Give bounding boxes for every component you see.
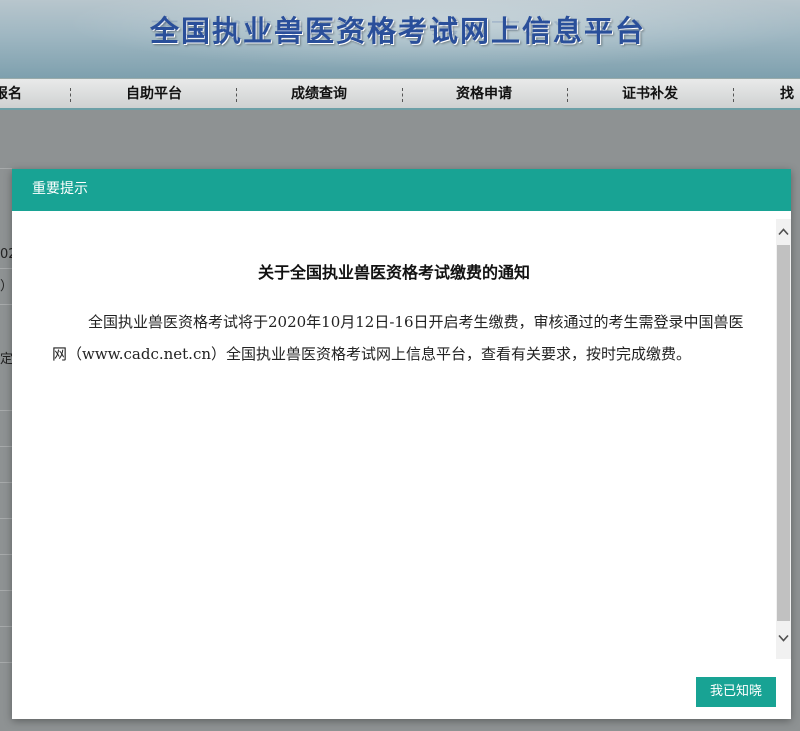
nav-item-qualification[interactable]: 资格申请 [434,79,534,109]
nav-item-score-query[interactable]: 成绩查询 [269,79,369,109]
nav-separator [70,88,71,102]
main-nav: 报名 自助平台 成绩查询 资格申请 证书补发 找 [0,78,800,110]
nav-separator [236,88,237,102]
scroll-thumb[interactable] [777,245,790,621]
row-divider [0,268,12,269]
row-divider [0,168,12,169]
nav-item-certificate-reissue[interactable]: 证书补发 [600,79,700,109]
row-divider [0,518,12,519]
notice-body: 全国执业兽医资格考试将于2020年10月12日-16日开启考生缴费，审核通过的考… [52,313,744,363]
row-divider [0,410,12,411]
row-divider [0,626,12,627]
modal-content: 关于全国执业兽医资格考试缴费的通知 全国执业兽医资格考试将于2020年10月12… [12,211,776,661]
chevron-down-icon[interactable] [776,631,791,647]
row-divider [0,554,12,555]
modal-title: 重要提示 [32,181,88,197]
nav-item-self-service[interactable]: 自助平台 [104,79,204,109]
notice-title: 关于全国执业兽医资格考试缴费的通知 [257,263,530,282]
row-divider [0,590,12,591]
modal-scrollbar[interactable] [776,219,791,659]
nav-separator [402,88,403,102]
nav-item-register[interactable]: 报名 [0,79,28,109]
nav-item-find[interactable]: 找 [780,79,800,109]
nav-separator [567,88,568,102]
site-banner: 全国执业兽医资格考试网上信息平台 全国执业兽医资格考试网上信息平台 [0,0,800,78]
row-divider [0,304,12,305]
chevron-up-icon[interactable] [776,225,791,241]
nav-separator [733,88,734,102]
row-divider [0,446,12,447]
site-title-reflection: 全国执业兽医资格考试网上信息平台 [150,18,647,37]
modal-header: 重要提示 [12,169,791,211]
notice-modal: 重要提示 关于全国执业兽医资格考试缴费的通知 全国执业兽医资格考试将于2020年… [12,169,791,719]
row-divider [0,482,12,483]
acknowledge-button[interactable]: 我已知晓 [696,677,776,707]
row-divider [0,662,12,663]
